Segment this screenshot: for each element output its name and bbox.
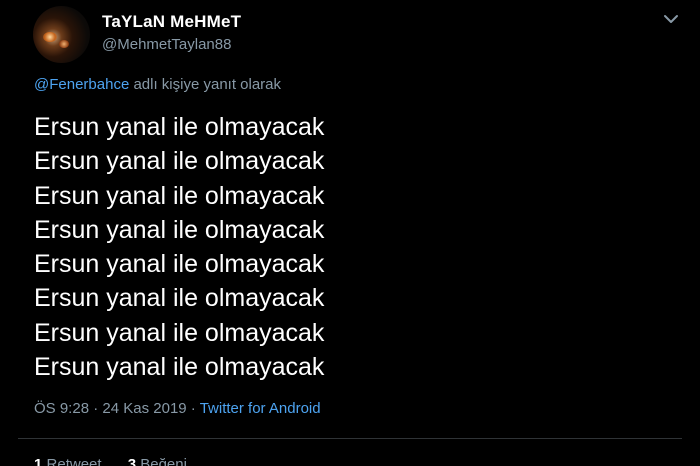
- avatar-photo-light: [59, 40, 69, 48]
- likes-label: Beğeni: [140, 456, 187, 466]
- tweet-text-line: Ersun yanal ile olmayacak: [34, 215, 325, 244]
- retweets-count: 1: [34, 456, 43, 466]
- chevron-down-icon[interactable]: [663, 12, 679, 26]
- avatar[interactable]: [33, 6, 90, 63]
- meta-separator: ·: [89, 400, 103, 417]
- author-display-name[interactable]: TaYLaN MeHMeT: [102, 12, 241, 32]
- tweet-text-line: Ersun yanal ile olmayacak: [34, 318, 325, 347]
- tweet-text: Ersun yanal ile olmayacak Ersun yanal il…: [34, 110, 324, 384]
- reply-context: @Fenerbahce adlı kişiye yanıt olarak: [34, 76, 281, 93]
- tweet-text-line: Ersun yanal ile olmayacak: [34, 113, 325, 141]
- reply-mention-link[interactable]: @Fenerbahce: [34, 76, 129, 93]
- retweets-label: Retweet: [46, 456, 102, 466]
- tweet: TaYLaN MeHMeT @MehmetTaylan88 @Fenerbahc…: [0, 0, 700, 466]
- divider: [18, 438, 682, 439]
- likes-stat[interactable]: 3 Beğeni: [128, 456, 187, 466]
- reply-context-text: adlı kişiye yanıt olarak: [129, 76, 282, 93]
- tweet-source-link[interactable]: Twitter for Android: [200, 400, 321, 417]
- tweet-text-line: Ersun yanal ile olmayacak: [34, 181, 325, 210]
- tweet-text-line: Ersun yanal ile olmayacak: [34, 147, 325, 176]
- tweet-text-line: Ersun yanal ile olmayacak: [34, 284, 325, 313]
- retweets-stat[interactable]: 1 Retweet: [34, 456, 102, 466]
- tweet-stats: 1 Retweet 3 Beğeni: [34, 456, 209, 466]
- tweet-date[interactable]: 24 Kas 2019: [102, 400, 186, 417]
- tweet-text-line: Ersun yanal ile olmayacak: [34, 250, 325, 279]
- tweet-time[interactable]: ÖS 9:28: [34, 400, 89, 417]
- avatar-photo-light: [43, 32, 57, 42]
- tweet-metadata: ÖS 9:28 · 24 Kas 2019 · Twitter for Andr…: [34, 400, 321, 417]
- author-handle[interactable]: @MehmetTaylan88: [102, 36, 231, 53]
- likes-count: 3: [127, 456, 137, 466]
- meta-separator: ·: [186, 400, 200, 417]
- tweet-text-line: Ersun yanal ile olmayacak: [34, 353, 325, 382]
